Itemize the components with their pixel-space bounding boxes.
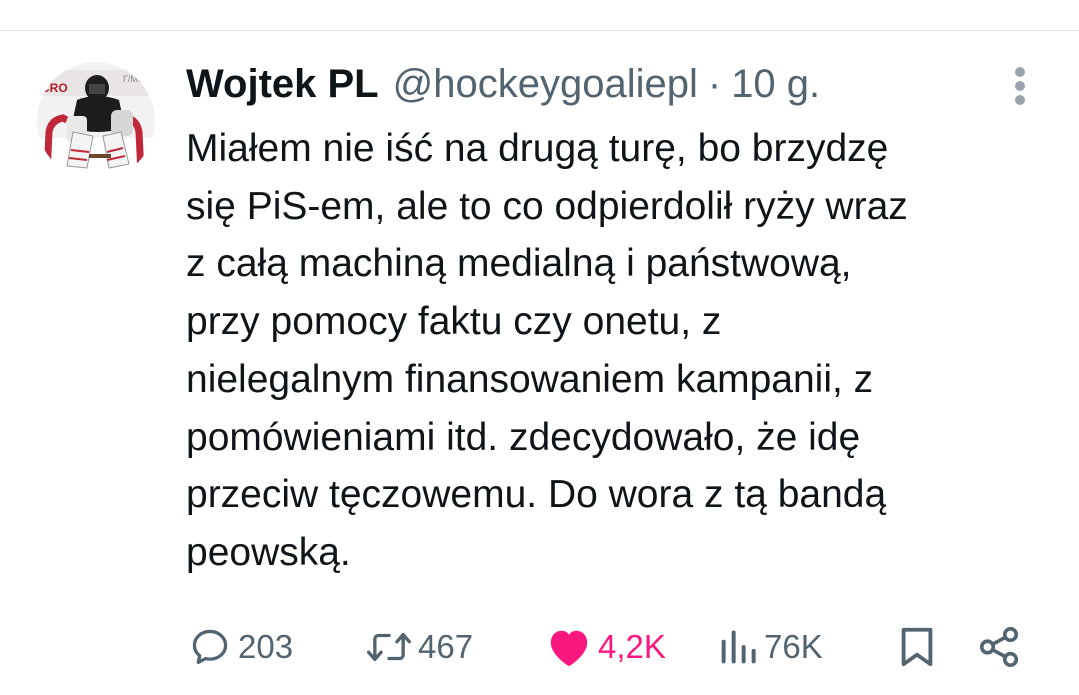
- reply-button[interactable]: 203: [188, 620, 293, 674]
- avatar[interactable]: CRO Г/МЗ: [37, 62, 155, 180]
- bookmark-icon: [901, 627, 933, 667]
- like-count: 4,2K: [598, 628, 666, 665]
- heart-icon: [550, 630, 588, 667]
- action-bar: 203 467 4,2K 76K: [0, 620, 1079, 674]
- more-vertical-icon: [1015, 67, 1025, 105]
- views-count: 76K: [764, 628, 823, 665]
- author-name[interactable]: Wojtek PL: [186, 58, 379, 110]
- retweet-button[interactable]: 467: [366, 620, 473, 674]
- retweet-count: 467: [418, 628, 474, 665]
- tweet-text: Miałem nie iść na drugą turę, bo brzydzę…: [186, 127, 908, 574]
- timestamp[interactable]: 10 g.: [731, 58, 820, 110]
- reply-count: 203: [238, 628, 294, 665]
- more-options-button[interactable]: [1003, 64, 1037, 108]
- views-icon: [721, 630, 756, 664]
- tweet-header: Wojtek PL @hockeygoaliepl · 10 g.: [186, 58, 820, 110]
- like-button[interactable]: 4,2K: [546, 620, 666, 674]
- reply-icon: [192, 629, 228, 665]
- svg-text:CRO: CRO: [41, 81, 68, 95]
- author-handle[interactable]: @hockeygoaliepl: [393, 58, 698, 110]
- separator-dot: ·: [707, 62, 722, 106]
- retweet-icon: [366, 632, 412, 662]
- hockey-goalie-avatar-icon: CRO Г/МЗ: [37, 62, 155, 180]
- bookmark-button[interactable]: [897, 620, 937, 674]
- top-divider: [0, 30, 1079, 31]
- svg-text:Г/МЗ: Г/МЗ: [123, 74, 143, 84]
- share-icon: [979, 626, 1019, 668]
- views-button[interactable]: 76K: [718, 620, 823, 674]
- share-button[interactable]: [975, 620, 1023, 674]
